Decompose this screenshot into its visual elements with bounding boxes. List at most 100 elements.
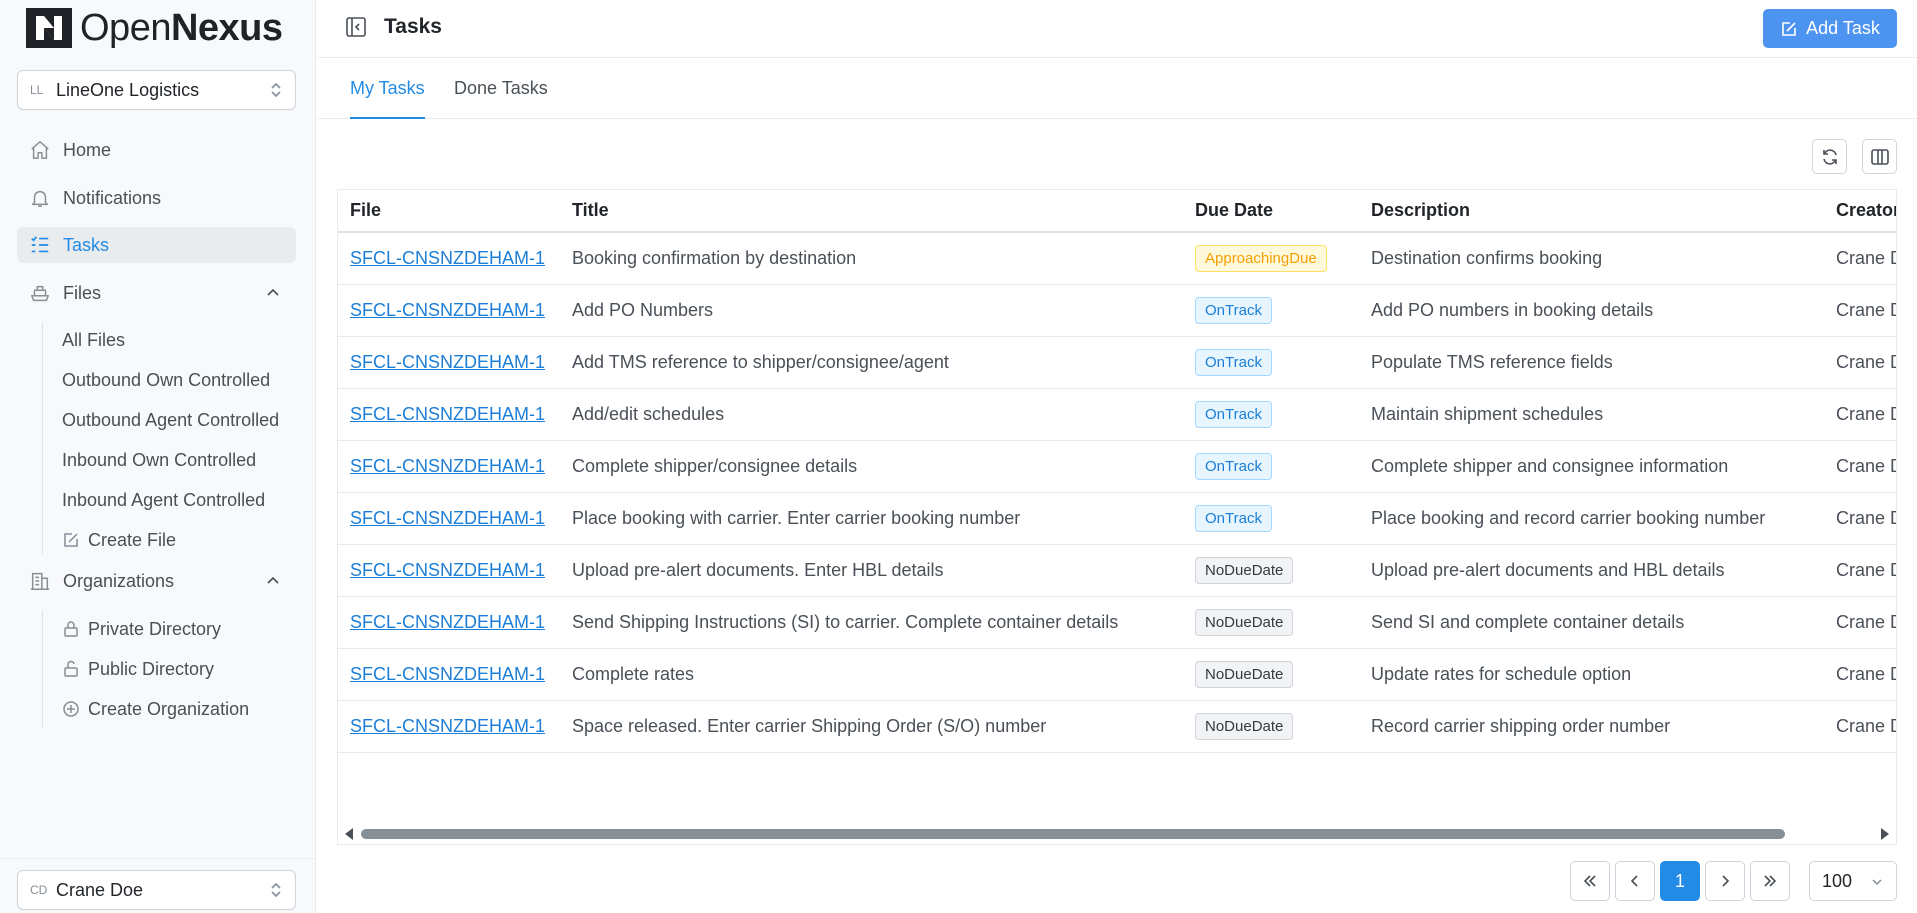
cell-file: SFCL-CNSNZDEHAM-1 [338,492,560,545]
table-row[interactable]: SFCL-CNSNZDEHAM-1 Add PO Numbers OnTrack Ad… [338,284,1896,337]
file-link[interactable]: SFCL-CNSNZDEHAM-1 [350,300,545,320]
cell-file: SFCL-CNSNZDEHAM-1 [338,284,560,337]
chevrons-left-icon [1583,875,1596,887]
nav-notifications-label: Notifications [63,187,162,208]
sub-create-organization[interactable]: Create Organization [62,692,290,726]
open-nexus-logo-icon [26,8,72,48]
file-link[interactable]: SFCL-CNSNZDEHAM-1 [350,404,545,424]
sub-all-files[interactable]: All Files [62,323,290,357]
cell-due-date: NoDueDate [1183,596,1359,649]
cell-description: Send SI and complete container details [1359,596,1824,649]
sub-create-file[interactable]: Create File [62,523,290,557]
file-link[interactable]: SFCL-CNSNZDEHAM-1 [350,560,545,580]
file-link[interactable]: SFCL-CNSNZDEHAM-1 [350,508,545,528]
sub-outbound-own[interactable]: Outbound Own Controlled [62,363,290,397]
refresh-button[interactable] [1812,139,1847,174]
cell-description: Maintain shipment schedules [1359,388,1824,441]
file-link[interactable]: SFCL-CNSNZDEHAM-1 [350,664,545,684]
column-header-due-date[interactable]: Due Date [1183,190,1359,233]
nav-files-label: Files [63,282,102,303]
refresh-icon [1822,148,1837,165]
tab-my-tasks[interactable]: My Tasks [350,78,425,119]
next-page-button[interactable] [1705,861,1745,901]
cell-file: SFCL-CNSNZDEHAM-1 [338,232,560,285]
chevron-up-icon[interactable] [264,572,282,590]
organizations-submenu-line [42,610,43,728]
nav-home[interactable]: Home [17,132,296,168]
status-badge: OnTrack [1195,504,1272,532]
sub-outbound-agent[interactable]: Outbound Agent Controlled [62,403,290,437]
nav-organizations-label: Organizations [63,570,175,591]
cell-description: Complete shipper and consignee informati… [1359,440,1824,493]
home-icon [31,141,49,159]
page-size-value: 100 [1822,870,1853,891]
cell-file: SFCL-CNSNZDEHAM-1 [338,544,560,597]
cell-description: Update rates for schedule option [1359,648,1824,701]
cell-due-date: OnTrack [1183,284,1359,337]
sidebar-collapse-icon[interactable] [345,16,367,38]
scroll-left-arrow[interactable] [345,828,353,840]
lock-icon [64,621,78,637]
scroll-right-arrow[interactable] [1881,828,1889,840]
tab-done-tasks[interactable]: Done Tasks [454,78,548,119]
sub-inbound-agent[interactable]: Inbound Agent Controlled [62,483,290,517]
columns-button[interactable] [1862,139,1897,174]
status-badge: NoDueDate [1195,712,1294,740]
previous-page-button[interactable] [1615,861,1655,901]
organization-selector[interactable]: LL LineOne Logistics [17,70,296,110]
sub-public-directory[interactable]: Public Directory [62,652,290,686]
sub-inbound-own[interactable]: Inbound Own Controlled [62,443,290,477]
horizontal-scrollbar[interactable] [337,824,1897,844]
table-row[interactable]: SFCL-CNSNZDEHAM-1 Send Shipping Instructi… [338,596,1896,649]
page-size-select[interactable]: 100 [1809,861,1897,901]
table-row[interactable]: SFCL-CNSNZDEHAM-1 Space released. Enter c… [338,700,1896,753]
table-row[interactable]: SFCL-CNSNZDEHAM-1 Place booking with carr… [338,492,1896,545]
cell-file: SFCL-CNSNZDEHAM-1 [338,336,560,389]
file-link[interactable]: SFCL-CNSNZDEHAM-1 [350,248,545,268]
table-row[interactable]: SFCL-CNSNZDEHAM-1 Complete rates NoDueDate… [338,648,1896,701]
nav-notifications[interactable]: Notifications [17,180,296,216]
chevron-up-icon[interactable] [264,284,282,302]
logo[interactable]: OpenNexus [26,7,283,50]
ship-icon [31,285,49,302]
cell-title: Complete shipper/consignee details [560,440,1183,493]
sidebar: OpenNexus LL LineOne Logistics Home Noti… [0,0,316,913]
last-page-button[interactable] [1750,861,1790,901]
nav-tasks-label: Tasks [63,234,110,255]
files-submenu-line [42,322,43,554]
sub-private-directory[interactable]: Private Directory [62,612,290,646]
column-header-description[interactable]: Description [1359,190,1824,233]
first-page-button[interactable] [1570,861,1610,901]
cell-title: Place booking with carrier. Enter carrie… [560,492,1183,545]
user-selector[interactable]: CD Crane Doe [17,870,296,910]
plus-circle-icon [63,701,79,717]
table-row[interactable]: SFCL-CNSNZDEHAM-1 Booking confirmation by… [338,232,1896,285]
nav-files[interactable]: Files [17,275,296,311]
column-header-file[interactable]: File [338,190,560,233]
file-link[interactable]: SFCL-CNSNZDEHAM-1 [350,352,545,372]
column-header-creator[interactable]: Creator [1824,190,1896,233]
tasks-table: File Title Due Date Description Creator … [337,189,1897,845]
file-link[interactable]: SFCL-CNSNZDEHAM-1 [350,612,545,632]
brand-name-light: Open [80,6,171,49]
table-row[interactable]: SFCL-CNSNZDEHAM-1 Add TMS reference to sh… [338,336,1896,389]
nav-tasks[interactable]: Tasks [17,227,296,263]
scroll-thumb[interactable] [361,829,1785,839]
brand-name: OpenNexus [80,7,283,50]
column-header-title[interactable]: Title [560,190,1183,233]
cell-title: Complete rates [560,648,1183,701]
page-button-current[interactable]: 1 [1660,861,1700,901]
nav-organizations[interactable]: Organizations [17,563,296,599]
cell-title: Send Shipping Instructions (SI) to carri… [560,596,1183,649]
org-name: LineOne Logistics [56,79,200,100]
table-row[interactable]: SFCL-CNSNZDEHAM-1 Add/edit schedules OnTra… [338,388,1896,441]
file-link[interactable]: SFCL-CNSNZDEHAM-1 [350,456,545,476]
status-badge: OnTrack [1195,348,1272,376]
page-title: Tasks [384,15,442,38]
table-row[interactable]: SFCL-CNSNZDEHAM-1 Complete shipper/consig… [338,440,1896,493]
cell-creator: Crane Doe [1824,700,1896,753]
table-row[interactable]: SFCL-CNSNZDEHAM-1 Upload pre-alert docume… [338,544,1896,597]
cell-description: Record carrier shipping order number [1359,700,1824,753]
file-link[interactable]: SFCL-CNSNZDEHAM-1 [350,716,545,736]
add-task-button[interactable]: Add Task [1763,9,1897,48]
